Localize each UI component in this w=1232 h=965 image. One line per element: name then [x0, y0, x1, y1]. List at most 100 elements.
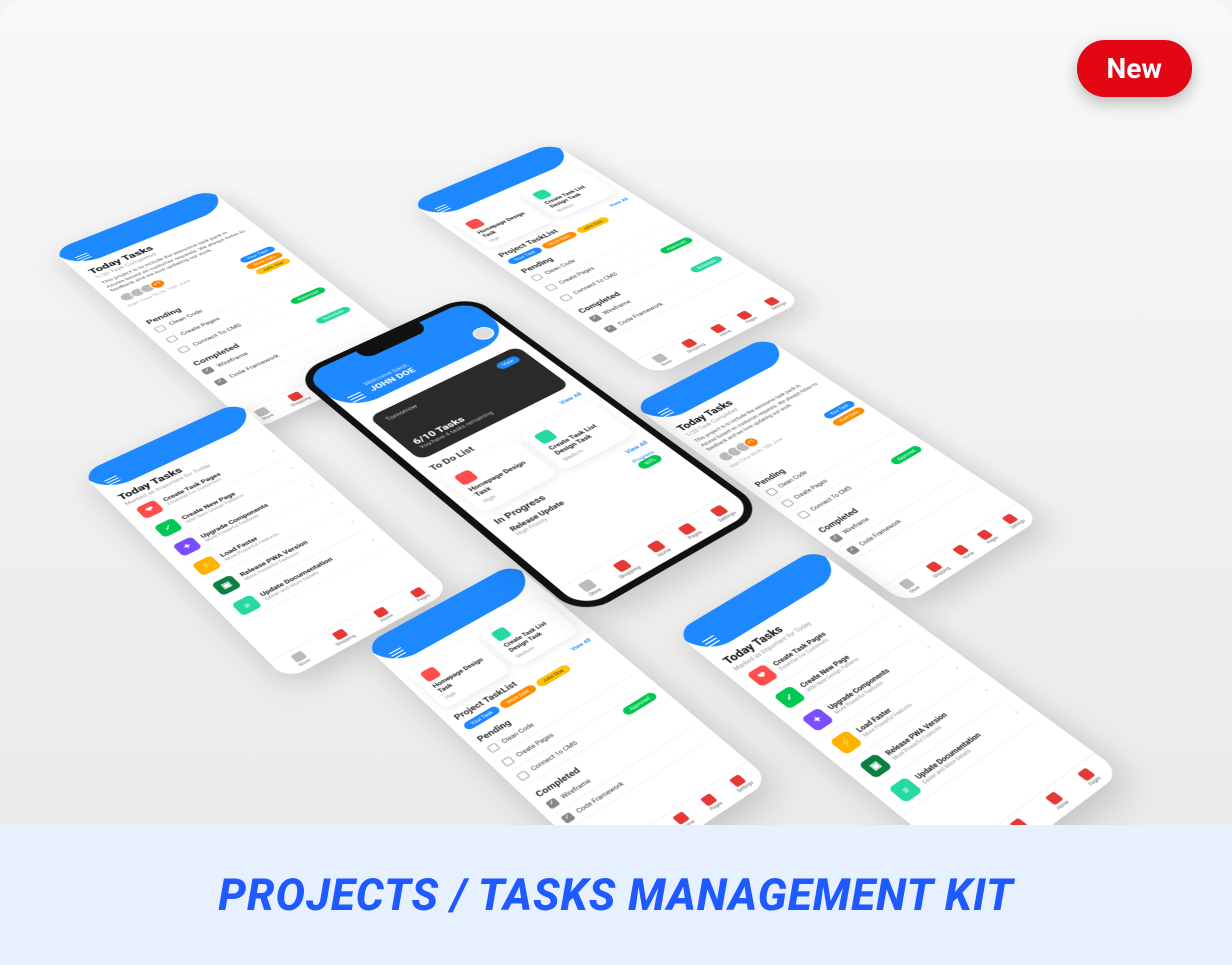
nav-store[interactable]: Store — [898, 578, 921, 594]
task-label: Create Pages — [180, 317, 222, 337]
footer: PROJECTS / TASKS MANAGEMENT KIT — [0, 825, 1232, 965]
notch — [675, 358, 736, 391]
task-icon: ✦ — [172, 536, 202, 557]
task-icon: ▣ — [211, 575, 242, 596]
task-icon: ✓ — [773, 685, 806, 709]
task-label: Wireframe — [841, 517, 871, 536]
user-avatar[interactable] — [468, 325, 498, 343]
chevron-right-icon: › — [981, 686, 991, 693]
task-label: Connect To CMS — [809, 485, 854, 512]
chevron-right-icon: › — [328, 500, 336, 506]
chevron-right-icon: › — [369, 537, 377, 543]
nav-shopping[interactable]: Shopping — [676, 336, 706, 354]
nav-store[interactable]: Store — [290, 651, 312, 668]
nav-store[interactable]: Store — [651, 353, 674, 367]
checkbox-icon[interactable] — [796, 510, 811, 520]
task-label: Code Framework — [228, 354, 281, 380]
nav-home[interactable]: Home — [1044, 791, 1071, 811]
checkbox-icon[interactable] — [486, 742, 501, 753]
checkbox-icon[interactable] — [558, 293, 573, 301]
chevron-right-icon: › — [269, 448, 276, 454]
nav-settings[interactable]: Settings — [707, 503, 738, 523]
nav-pages[interactable]: Pages — [1076, 767, 1103, 787]
nav-shopping[interactable]: Shopping — [327, 626, 357, 647]
nav-home[interactable]: Home — [951, 544, 975, 560]
nav-settings[interactable]: Settings — [761, 295, 788, 311]
checkbox-checked-icon[interactable] — [201, 366, 216, 375]
checkbox-icon[interactable] — [177, 345, 191, 354]
menu-icon[interactable] — [347, 391, 367, 402]
new-badge: New — [1077, 40, 1192, 97]
nav-home[interactable]: Home — [709, 323, 733, 337]
checkbox-checked-icon[interactable] — [829, 533, 844, 543]
nav-settings[interactable]: Settings — [999, 512, 1026, 530]
checkbox-checked-icon[interactable] — [545, 798, 560, 810]
pill-schedule: Schedule — [314, 306, 352, 325]
nav-pages[interactable]: Pages — [676, 522, 704, 541]
task-label: Clean Code — [777, 470, 809, 489]
checkbox-icon[interactable] — [780, 498, 795, 507]
checkbox-icon[interactable] — [500, 756, 515, 767]
checkbox-checked-icon[interactable] — [603, 324, 618, 333]
task-icon: ✦ — [801, 707, 835, 731]
nav-settings[interactable]: Settings — [726, 772, 754, 793]
nav-pages[interactable]: Pages — [408, 586, 431, 603]
menu-icon[interactable] — [389, 647, 407, 659]
chevron-right-icon: › — [1011, 708, 1021, 715]
chevron-right-icon: › — [308, 482, 316, 488]
task-icon: ⚡ — [191, 555, 222, 576]
checkbox-icon[interactable] — [153, 325, 167, 333]
task-label: Create Pages — [793, 479, 830, 501]
task-icon: ❤ — [135, 500, 165, 520]
menu-icon[interactable] — [658, 407, 675, 417]
task-icon: ▣ — [858, 753, 892, 779]
task-label: Code Framework — [858, 519, 904, 547]
hero-label: Tomorrow — [384, 404, 419, 423]
nav-shopping[interactable]: Shopping — [922, 559, 952, 579]
checkbox-icon[interactable] — [765, 487, 780, 496]
task-row[interactable]: Clean Code — [760, 421, 895, 500]
task-label: Clean Code — [168, 309, 204, 326]
task-label: Connect To CMS — [192, 323, 244, 347]
task-icon: ✓ — [153, 518, 183, 538]
nav-pages[interactable]: Pages — [975, 529, 1000, 545]
bottom-nav: Store Shopping Home Pages Settings — [882, 502, 1041, 604]
menu-icon[interactable] — [434, 204, 451, 213]
menu-icon[interactable] — [75, 253, 92, 262]
task-icon: ≡ — [231, 594, 262, 616]
task-label: Wireframe — [216, 351, 250, 368]
checkbox-checked-icon[interactable] — [213, 377, 228, 386]
chevron-right-icon: › — [952, 665, 962, 672]
chevron-right-icon: › — [288, 465, 295, 471]
notch — [455, 161, 519, 190]
chevron-right-icon: › — [868, 603, 877, 610]
section-completed: Completed — [191, 298, 343, 367]
notch — [719, 574, 784, 615]
checkbox-checked-icon[interactable] — [588, 314, 603, 323]
view-button[interactable]: View — [494, 355, 522, 370]
footer-title: PROJECTS / TASKS MANAGEMENT KIT — [218, 869, 1014, 921]
menu-icon[interactable] — [702, 635, 720, 648]
task-icon: ⚡ — [829, 730, 863, 755]
checkbox-icon[interactable] — [544, 283, 559, 291]
task-icon: ❤ — [746, 664, 779, 687]
nav-home[interactable]: Home — [646, 539, 673, 558]
checkbox-checked-icon[interactable] — [560, 812, 576, 824]
nav-home[interactable]: Home — [371, 606, 394, 623]
nav-pages[interactable]: Pages — [699, 792, 724, 812]
task-icon: ≡ — [888, 777, 923, 803]
task-row[interactable]: Wireframe — [824, 463, 960, 546]
menu-icon[interactable] — [104, 475, 121, 486]
section-completed: Completed — [816, 458, 944, 535]
checkbox-icon[interactable] — [515, 770, 530, 782]
chevron-right-icon: › — [895, 623, 905, 630]
nav-shopping[interactable]: Shopping — [608, 557, 643, 580]
checkbox-icon[interactable] — [530, 273, 544, 281]
checkbox-icon[interactable] — [165, 335, 179, 344]
nav-store[interactable]: Store — [577, 579, 603, 598]
nav-pages[interactable]: Pages — [735, 310, 759, 324]
notch — [131, 423, 199, 458]
nav-shopping[interactable]: Shopping — [282, 389, 312, 407]
scene: Today Tasks 1/20 Task Completed This pro… — [0, 0, 1232, 965]
checkbox-checked-icon[interactable] — [845, 545, 860, 555]
